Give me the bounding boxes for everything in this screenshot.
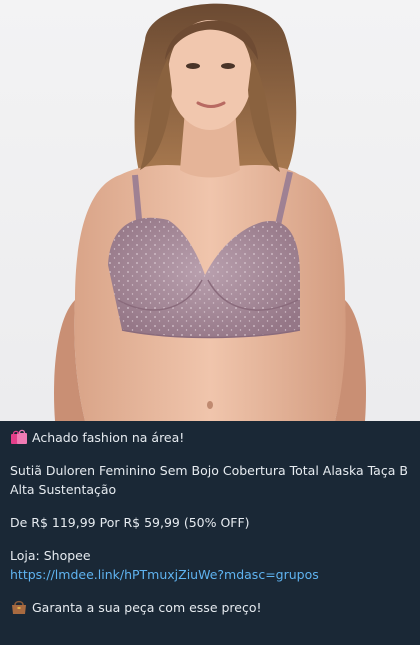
cta-text: Garanta a sua peça com esse preço! — [32, 600, 262, 615]
product-title: Sutiã Duloren Feminino Sem Bojo Cobertur… — [10, 463, 408, 497]
headline-text: Achado fashion na área! — [32, 430, 185, 445]
product-photo[interactable] — [0, 0, 420, 421]
shopping-bags-icon — [11, 429, 27, 444]
message-caption: Achado fashion na área! Sutiã Duloren Fe… — [0, 421, 420, 617]
store-line: Loja: Shopee — [10, 548, 91, 563]
model-illustration — [54, 3, 366, 421]
product-link[interactable]: https://lmdee.link/hPTmuxjZiuWe?mdasc=gr… — [10, 567, 319, 582]
handbag-icon — [12, 600, 26, 614]
price-line: De R$ 119,99 Por R$ 59,99 (50% OFF) — [10, 515, 250, 530]
message-post: Achado fashion na área! Sutiã Duloren Fe… — [0, 0, 420, 645]
cta-line: Garanta a sua peça com esse preço! — [10, 598, 410, 617]
headline-line: Achado fashion na área! — [10, 428, 410, 447]
